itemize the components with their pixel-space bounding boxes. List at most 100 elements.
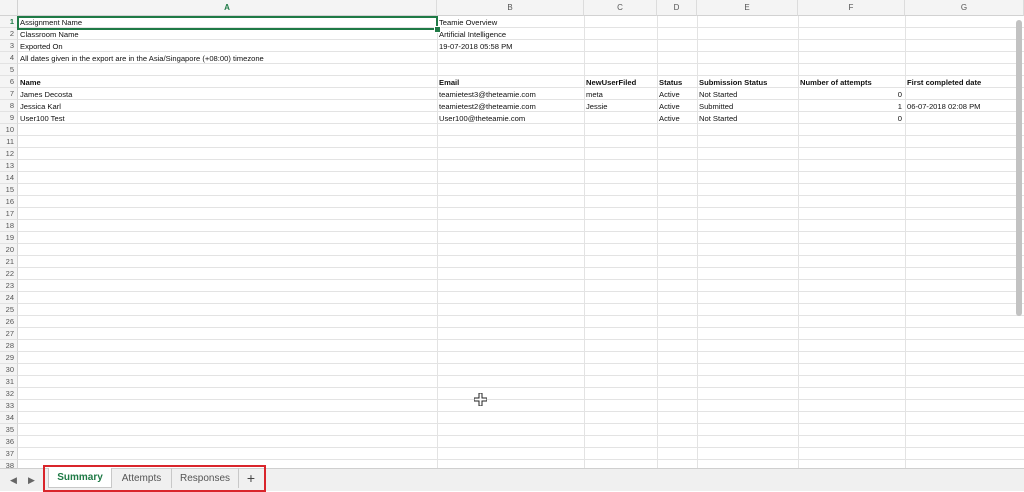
column-header-c[interactable]: C — [584, 0, 657, 16]
row1-submission-status[interactable]: Not Started — [697, 89, 737, 101]
header-email[interactable]: Email — [437, 77, 459, 89]
row1-newuserfiled[interactable]: meta — [584, 89, 603, 101]
row3-attempts[interactable]: 0 — [798, 113, 905, 125]
row2-email[interactable]: teamietest2@theteamie.com — [437, 101, 536, 113]
vertical-scrollbar[interactable] — [1016, 20, 1022, 316]
row-header[interactable]: 27 — [0, 328, 18, 340]
row-header[interactable]: 25 — [0, 304, 18, 316]
row-header[interactable]: 5 — [0, 64, 18, 76]
row-header[interactable]: 30 — [0, 364, 18, 376]
column-header-b[interactable]: B — [437, 0, 584, 16]
row-header[interactable]: 17 — [0, 208, 18, 220]
row3-first-completed[interactable] — [905, 113, 907, 125]
row-header[interactable]: 11 — [0, 136, 18, 148]
row-gridline — [18, 315, 1024, 316]
row3-submission-status[interactable]: Not Started — [697, 113, 737, 125]
row-header[interactable]: 38 — [0, 460, 18, 468]
row-header[interactable]: 14 — [0, 172, 18, 184]
row-gridline — [18, 207, 1024, 208]
row-gridline — [18, 435, 1024, 436]
column-header-f[interactable]: F — [798, 0, 905, 16]
row-gridline — [18, 279, 1024, 280]
header-first-completed-date[interactable]: First completed date — [905, 77, 981, 89]
header-newuserfiled[interactable]: NewUserFiled — [584, 77, 636, 89]
row-header[interactable]: 16 — [0, 196, 18, 208]
header-name[interactable]: Name — [18, 77, 41, 89]
row-gridline — [18, 255, 1024, 256]
spreadsheet-grid[interactable]: A B C D E F G 1 2 3 4 5 6 7 8 9 10 11 12 13 14 15 16 17 1… — [0, 0, 1024, 468]
column-header-g[interactable]: G — [905, 0, 1024, 16]
row2-attempts[interactable]: 1 — [798, 101, 905, 113]
row-gridline — [18, 219, 1024, 220]
cell-timezone-note[interactable]: All dates given in the export are in the… — [18, 53, 264, 65]
column-header-d[interactable]: D — [657, 0, 697, 16]
row2-first-completed[interactable]: 06-07-2018 02:08 PM — [905, 101, 980, 113]
row-header[interactable]: 19 — [0, 232, 18, 244]
row2-submission-status[interactable]: Submitted — [697, 101, 733, 113]
row3-email[interactable]: User100@theteamie.com — [437, 113, 525, 125]
row-header[interactable]: 32 — [0, 388, 18, 400]
row-header[interactable]: 13 — [0, 160, 18, 172]
row-header[interactable]: 31 — [0, 376, 18, 388]
highlighted-tabs-box: Summary Attempts Responses + — [43, 465, 266, 492]
column-header-a[interactable]: A — [18, 0, 437, 16]
row-header[interactable]: 12 — [0, 148, 18, 160]
tab-responses[interactable]: Responses — [172, 468, 239, 488]
cell-classroom-name-value[interactable]: Artificial Intelligence — [437, 29, 506, 41]
cell-exported-on-value[interactable]: 19-07-2018 05:58 PM — [437, 41, 512, 53]
row-header[interactable]: 3 — [0, 40, 18, 52]
row1-status[interactable]: Active — [657, 89, 680, 101]
row-header[interactable]: 36 — [0, 436, 18, 448]
header-status[interactable]: Status — [657, 77, 682, 89]
row1-attempts[interactable]: 0 — [798, 89, 905, 101]
row1-first-completed[interactable] — [905, 89, 907, 101]
tab-attempts[interactable]: Attempts — [112, 468, 172, 488]
header-submission-status[interactable]: Submission Status — [697, 77, 767, 89]
row-header[interactable]: 18 — [0, 220, 18, 232]
row-gridline — [18, 375, 1024, 376]
row1-name[interactable]: James Decosta — [18, 89, 72, 101]
cell-assignment-name-value[interactable]: Teamie Overview — [437, 17, 497, 29]
row3-newuserfiled[interactable] — [584, 113, 586, 125]
row2-status[interactable]: Active — [657, 101, 680, 113]
row-header[interactable]: 2 — [0, 28, 18, 40]
row-header[interactable]: 6 — [0, 76, 18, 88]
row-header[interactable]: 22 — [0, 268, 18, 280]
row-header[interactable]: 20 — [0, 244, 18, 256]
row-header[interactable]: 10 — [0, 124, 18, 136]
add-sheet-button[interactable]: + — [239, 468, 263, 488]
row-header[interactable]: 26 — [0, 316, 18, 328]
row2-name[interactable]: Jessica Karl — [18, 101, 61, 113]
prev-sheet-icon[interactable]: ◀ — [10, 475, 17, 486]
select-all-corner[interactable] — [0, 0, 18, 16]
row-header[interactable]: 9 — [0, 112, 18, 124]
row-gridline — [18, 303, 1024, 304]
row-header[interactable]: 8 — [0, 100, 18, 112]
tab-summary[interactable]: Summary — [48, 468, 112, 488]
row-header[interactable]: 33 — [0, 400, 18, 412]
cell-classroom-name-label[interactable]: Classroom Name — [18, 29, 79, 41]
row2-newuserfiled[interactable]: Jessie — [584, 101, 608, 113]
row-header[interactable]: 29 — [0, 352, 18, 364]
row-header[interactable]: 23 — [0, 280, 18, 292]
row3-status[interactable]: Active — [657, 113, 680, 125]
row-header[interactable]: 28 — [0, 340, 18, 352]
fill-handle[interactable] — [434, 26, 441, 33]
column-header-e[interactable]: E — [697, 0, 798, 16]
row1-email[interactable]: teamietest3@theteamie.com — [437, 89, 536, 101]
row-header[interactable]: 15 — [0, 184, 18, 196]
crosshair-cursor-icon — [474, 393, 487, 406]
row-header[interactable]: 24 — [0, 292, 18, 304]
row-header[interactable]: 35 — [0, 424, 18, 436]
next-sheet-icon[interactable]: ▶ — [28, 475, 35, 486]
cell-exported-on-label[interactable]: Exported On — [18, 41, 63, 53]
row-header[interactable]: 37 — [0, 448, 18, 460]
header-number-of-attempts[interactable]: Number of attempts — [798, 77, 872, 89]
row-header[interactable]: 4 — [0, 52, 18, 64]
row-header[interactable]: 1 — [0, 16, 18, 28]
row-header[interactable]: 21 — [0, 256, 18, 268]
row3-name[interactable]: User100 Test — [18, 113, 65, 125]
row-gridline — [18, 87, 1024, 88]
row-header[interactable]: 7 — [0, 88, 18, 100]
row-header[interactable]: 34 — [0, 412, 18, 424]
